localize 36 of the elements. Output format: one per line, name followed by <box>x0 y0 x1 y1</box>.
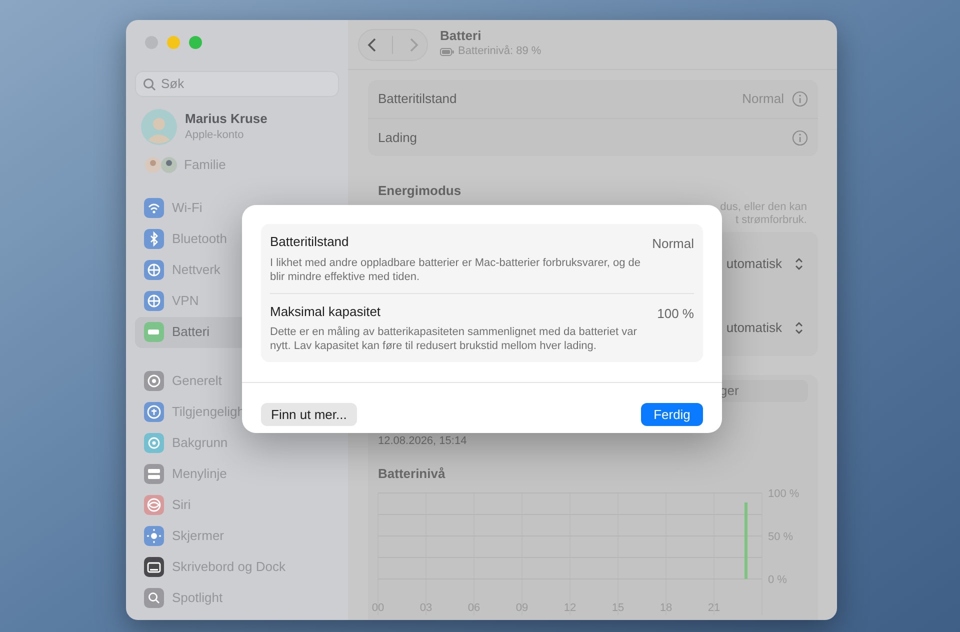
sidebar-item[interactable]: Siri <box>135 490 348 520</box>
stepper-chevrons-icon <box>794 321 804 335</box>
account-name[interactable]: Marius Kruse <box>185 110 268 127</box>
row-value: Normal <box>652 235 694 253</box>
search-field[interactable]: Søk <box>135 71 339 97</box>
row-title: Batteritilstand <box>270 234 349 251</box>
avatar-icon <box>141 109 177 145</box>
row-label: Lading <box>378 128 418 147</box>
sidebar-item[interactable]: Skjermer <box>135 520 348 552</box>
row-value: 100 % <box>657 304 694 322</box>
zoom-button[interactable] <box>189 36 202 49</box>
stepper-chevrons-icon <box>794 257 804 271</box>
done-button[interactable]: Ferdig <box>641 403 703 426</box>
minimize-button[interactable] <box>167 36 180 49</box>
timestamp: 12.08.2026, 15:14 <box>378 434 468 449</box>
battery-icon <box>440 48 454 56</box>
learn-more-button[interactable]: Finn ut mer... <box>261 403 357 426</box>
info-icon[interactable] <box>792 91 808 107</box>
popup-value[interactable]: utomatisk <box>726 318 782 338</box>
sidebar-item[interactable]: Skrivebord og Dock <box>135 552 348 582</box>
account-subtitle: Apple-konto <box>185 128 245 143</box>
chart-title: Batterinivå <box>378 464 446 482</box>
back-button[interactable] <box>366 36 377 52</box>
row-value: Normal <box>742 90 784 108</box>
sidebar-item[interactable]: Menylinje <box>135 458 348 490</box>
family-label[interactable]: Familie <box>184 155 226 174</box>
page-title: Batteri <box>440 29 482 44</box>
section-heading: Energimodus <box>378 183 462 199</box>
search-icon <box>143 78 156 90</box>
popup-value[interactable]: utomatisk <box>726 254 782 274</box>
info-icon[interactable] <box>792 130 808 146</box>
forward-button[interactable] <box>409 36 420 52</box>
row-description: I likhet med andre oppladbare batterier er Mac-batterier forbruksvarer, og de blir mindre effektive med tiden. <box>270 256 642 284</box>
sidebar-item[interactable]: Spotlight <box>135 582 348 614</box>
family-avatars-icon <box>144 156 178 174</box>
row-label: Batteritilstand <box>378 90 457 108</box>
